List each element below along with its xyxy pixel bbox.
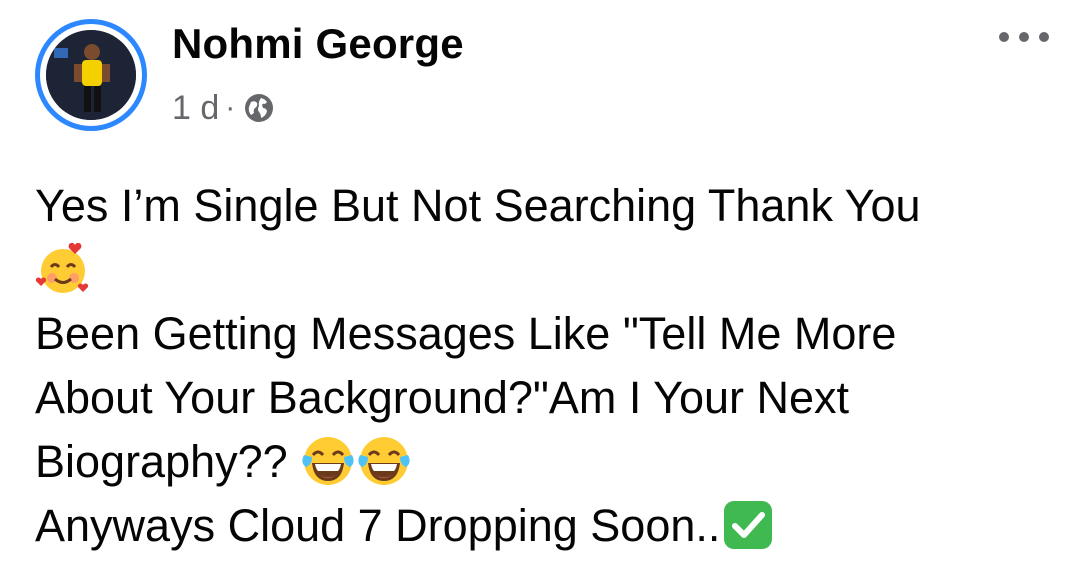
post-time[interactable]: 1 d: [172, 89, 219, 128]
profile-photo: [46, 30, 136, 120]
check-mark-button-icon: [720, 497, 776, 553]
post-line-3: Been Getting Messages Like "Tell Me More: [35, 302, 1055, 366]
post-line-5: Biography??: [35, 430, 1055, 494]
avatar[interactable]: [35, 19, 147, 131]
post-meta: 1 d ·: [172, 86, 275, 130]
face-with-tears-of-joy-icon: [356, 433, 412, 489]
post-text: Yes I’m Single But Not Searching Thank Y…: [35, 174, 1055, 558]
smiling-face-with-hearts-icon: [35, 241, 91, 297]
line-text: About Your Background?"Am I Your Next: [35, 372, 850, 423]
more-options-icon[interactable]: [999, 22, 1049, 52]
line-text: Biography??: [35, 436, 301, 487]
more-dot: [1039, 32, 1049, 42]
post-line-2: [35, 238, 1055, 302]
line-text: Anyways Cloud 7 Dropping Soon..: [35, 500, 721, 551]
globe-icon[interactable]: [243, 92, 275, 124]
author-name[interactable]: Nohmi George: [172, 20, 464, 68]
post-line-4: About Your Background?"Am I Your Next: [35, 366, 1055, 430]
more-dot: [1019, 32, 1029, 42]
face-with-tears-of-joy-icon: [300, 433, 356, 489]
line-text: Been Getting Messages Like "Tell Me More: [35, 308, 897, 359]
meta-separator: ·: [225, 91, 236, 124]
post-line-6: Anyways Cloud 7 Dropping Soon..: [35, 494, 1055, 558]
more-dot: [999, 32, 1009, 42]
line-text: Yes I’m Single But Not Searching Thank Y…: [35, 180, 921, 231]
post-line-1: Yes I’m Single But Not Searching Thank Y…: [35, 174, 1055, 238]
